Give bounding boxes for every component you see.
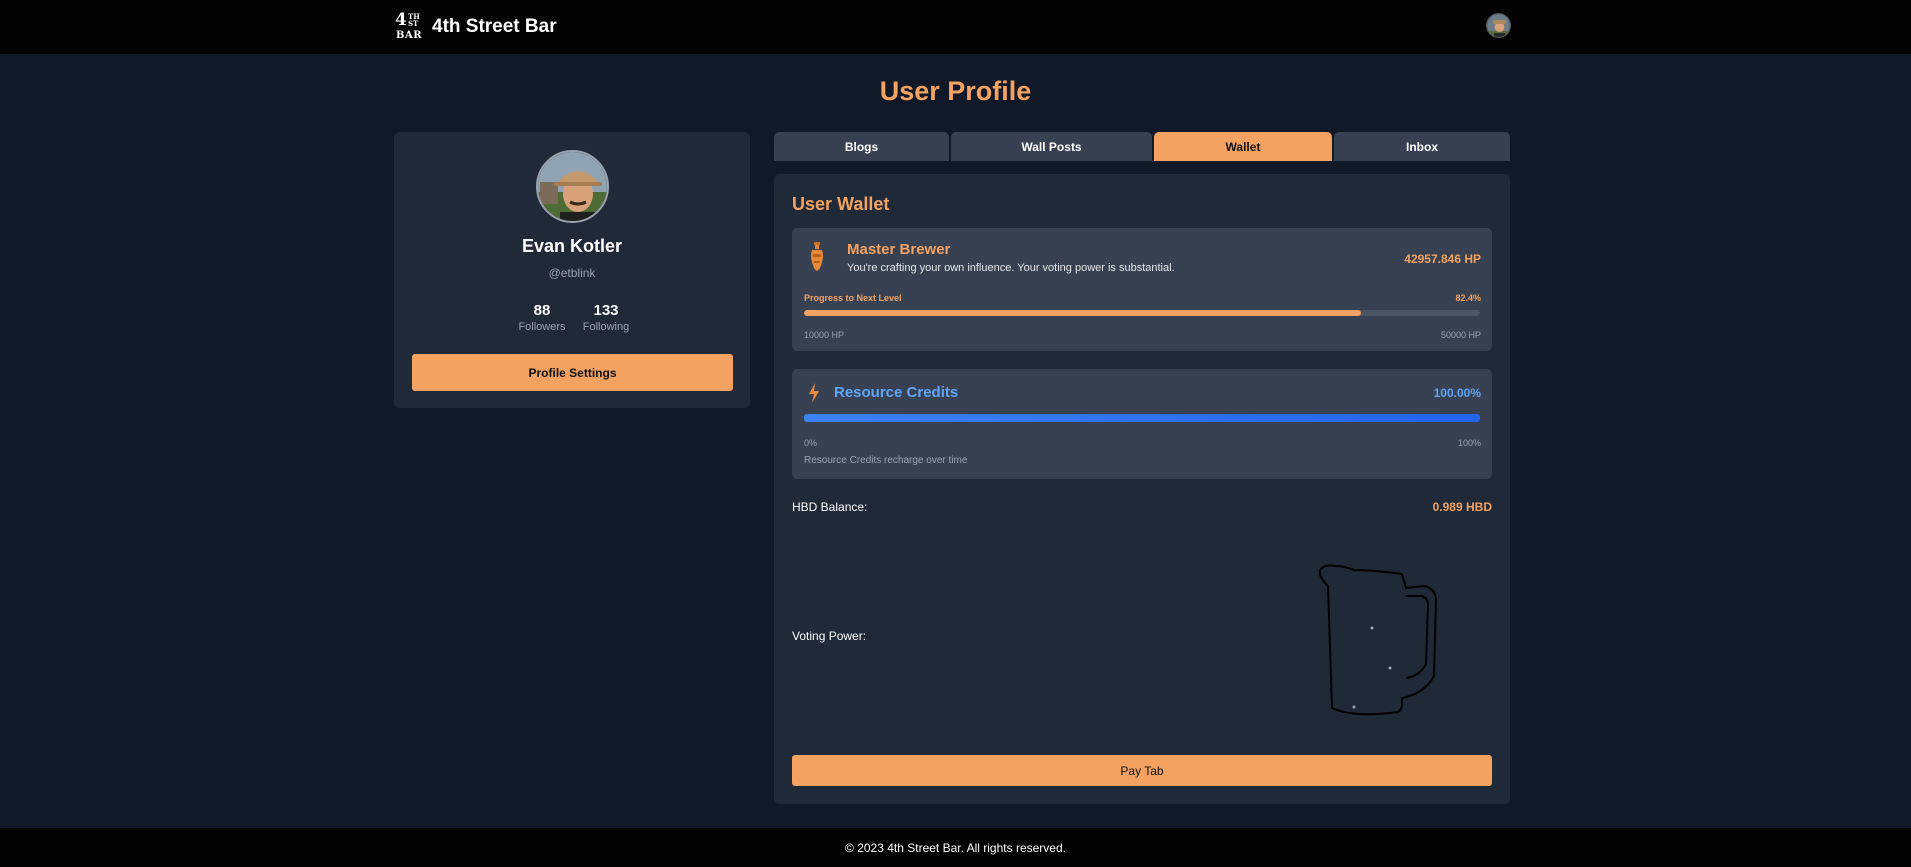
voting-power-label: Voting Power: xyxy=(792,629,867,643)
footer: © 2023 4th Street Bar. All rights reserv… xyxy=(0,828,1911,867)
amphora-icon xyxy=(811,242,823,271)
resource-credits-bar xyxy=(804,414,1480,422)
tab-inbox[interactable]: Inbox xyxy=(1334,132,1510,161)
profile-card: Evan Kotler @etblink 88 Followers 133 Fo… xyxy=(394,132,750,408)
logo-bar: BAR xyxy=(396,30,423,41)
top-navbar: 4 TH ST BAR 4th Street Bar xyxy=(0,0,1911,54)
logo-number: 4 xyxy=(395,10,407,30)
beer-pitcher-icon xyxy=(1318,564,1438,716)
following-count: 133 xyxy=(593,302,619,319)
user-avatar-icon[interactable] xyxy=(1486,13,1511,38)
rc-range-min: 0% xyxy=(804,438,818,448)
followers-count: 88 xyxy=(533,302,551,319)
wallet-title: User Wallet xyxy=(792,194,890,214)
profile-settings-button[interactable]: Profile Settings xyxy=(412,354,733,391)
progress-percent: 82.4% xyxy=(1455,293,1481,303)
brand-name: 4th Street Bar xyxy=(432,16,557,37)
level-range-min: 10000 HP xyxy=(804,330,845,340)
profile-handle: @etblink xyxy=(548,266,596,280)
hive-power-value: 42957.846 HP xyxy=(1404,252,1481,266)
resource-credits-title: Resource Credits xyxy=(834,384,959,401)
lightning-bolt-icon xyxy=(809,383,819,403)
brand-logo-icon: 4 TH ST BAR xyxy=(395,12,424,42)
profile-name: Evan Kotler xyxy=(521,236,623,256)
tab-wall-posts[interactable]: Wall Posts xyxy=(951,132,1152,161)
hbd-balance-value: 0.989 HBD xyxy=(1432,500,1492,514)
level-title: Master Brewer xyxy=(847,241,951,258)
resource-credits-card: Resource Credits 100.00% 0% 100% Resourc… xyxy=(792,369,1492,479)
hbd-balance-label: HBD Balance: xyxy=(792,500,868,514)
following-stat[interactable]: 133 Following xyxy=(576,302,636,333)
progress-label: Progress to Next Level xyxy=(804,293,902,303)
level-description: You're crafting your own influence. Your… xyxy=(847,262,1175,274)
logo-st: ST xyxy=(408,19,419,28)
profile-avatar xyxy=(536,150,609,223)
brand-home-link[interactable]: 4 TH ST BAR 4th Street Bar xyxy=(395,11,557,43)
resource-credits-note: Resource Credits recharge over time xyxy=(804,455,968,466)
resource-credits-percent: 100.00% xyxy=(1433,386,1481,400)
level-progress-fill xyxy=(804,310,1362,316)
pay-tab-button[interactable]: Pay Tab xyxy=(792,755,1492,786)
followers-stat[interactable]: 88 Followers xyxy=(512,302,572,333)
rc-range-max: 100% xyxy=(1457,438,1481,448)
page-title: User Profile xyxy=(879,76,1032,106)
footer-copyright: © 2023 4th Street Bar. All rights reserv… xyxy=(845,840,1066,855)
level-progress-bar xyxy=(804,310,1480,316)
level-range-max: 50000 HP xyxy=(1440,330,1481,340)
resource-credits-fill xyxy=(804,414,1480,422)
tab-blogs[interactable]: Blogs xyxy=(774,132,949,161)
followers-label: Followers xyxy=(518,321,566,333)
tab-wallet[interactable]: Wallet xyxy=(1154,132,1332,161)
level-card: Master Brewer You're crafting your own i… xyxy=(792,228,1492,351)
following-label: Following xyxy=(582,321,630,333)
wallet-panel: User Wallet Master Brewer You're craftin… xyxy=(774,174,1510,804)
